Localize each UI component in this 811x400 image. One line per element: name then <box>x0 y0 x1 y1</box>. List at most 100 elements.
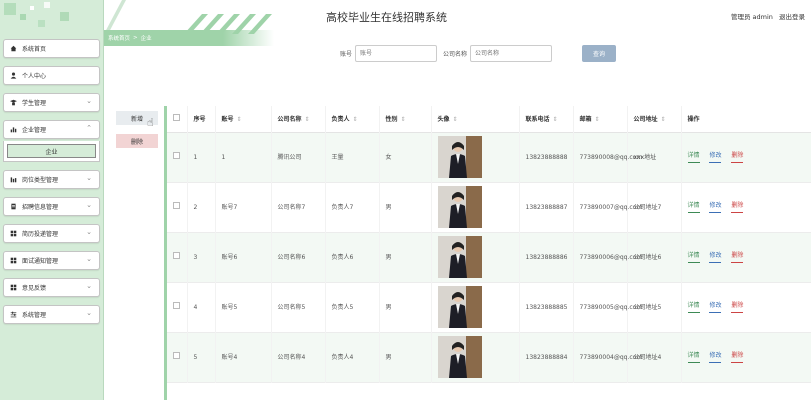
company-label: 公司名称 <box>443 51 468 58</box>
sort-icon[interactable]: ⇕ <box>553 116 558 123</box>
row-company: 公司名称7 <box>271 182 326 232</box>
sidebar: 系统首页 个人中心 学生管理 ⌄ 企业管理 ⌃ 企业 岗位类型管理 ⌄ 招聘信息… <box>0 0 104 400</box>
grid-icon <box>10 230 17 237</box>
row-checkbox[interactable] <box>173 352 180 359</box>
row-account: 账号6 <box>215 232 272 282</box>
row-manager: 负责人4 <box>325 332 380 382</box>
column-header[interactable]: 负责人 ⇕ <box>325 106 380 132</box>
row-index: 2 <box>187 182 216 232</box>
table-row: 2 账号7 公司名称7 负责人7 男 13823888887 773890007… <box>167 182 811 232</box>
row-email: 773890007@qq.com <box>573 182 642 232</box>
sidebar-item-interviews[interactable]: 面试通知管理 ⌄ <box>3 251 100 270</box>
row-avatar-cell <box>431 132 520 182</box>
sort-icon[interactable]: ⇕ <box>353 116 358 123</box>
edit-button[interactable]: 修改 <box>709 251 722 263</box>
row-email: 773890006@qq.com <box>573 232 642 282</box>
breadcrumb-home[interactable]: 系统首页 <box>108 34 130 42</box>
edit-button[interactable]: 修改 <box>709 301 722 313</box>
detail-button[interactable]: 详情 <box>687 301 700 313</box>
company-search-input[interactable] <box>470 45 553 62</box>
site-title: 高校毕业生在线招聘系统 <box>326 11 447 24</box>
delete-button[interactable]: 删除 <box>731 251 744 263</box>
table-row: 1 1 腾讯公司 王量 女 13823888888 773890008@qq.c… <box>167 132 811 182</box>
grid-icon <box>10 257 17 264</box>
row-account: 1 <box>215 132 272 182</box>
row-manager: 负责人7 <box>325 182 380 232</box>
sort-icon[interactable]: ⇕ <box>305 116 310 123</box>
row-checkbox[interactable] <box>173 302 180 309</box>
batch-delete-button[interactable]: 删除 <box>116 134 158 148</box>
home-icon <box>10 45 17 52</box>
row-actions: 详情 修改 删除 <box>681 282 811 332</box>
sidebar-item-companies[interactable]: 企业管理 ⌃ <box>3 120 100 139</box>
row-index: 3 <box>187 232 216 282</box>
sidebar-item-label: 岗位类型管理 <box>22 177 59 184</box>
breadcrumb-separator: > <box>133 35 138 41</box>
admin-label: 管理员 admin <box>730 13 773 21</box>
delete-button[interactable]: 删除 <box>731 201 744 213</box>
table-row: 4 账号5 公司名称5 负责人5 男 13823888885 773890005… <box>167 282 811 332</box>
detail-button[interactable]: 详情 <box>687 251 700 263</box>
sidebar-item-recruitment[interactable]: 招聘信息管理 ⌄ <box>3 197 100 216</box>
delete-button[interactable]: 删除 <box>731 151 744 163</box>
edit-button[interactable]: 修改 <box>709 351 722 363</box>
detail-button[interactable]: 详情 <box>687 351 700 363</box>
sidebar-subitem-company[interactable]: 企业 <box>7 144 96 158</box>
mouse-cursor-icon: ☝ <box>147 116 154 129</box>
sort-icon[interactable]: ⇕ <box>237 116 242 123</box>
row-index: 4 <box>187 282 216 332</box>
column-header[interactable]: 头像 ⇕ <box>431 106 520 132</box>
delete-button[interactable]: 删除 <box>731 301 744 313</box>
row-account: 账号7 <box>215 182 272 232</box>
avatar <box>437 136 482 178</box>
sidebar-item-home[interactable]: 系统首页 <box>3 39 100 58</box>
user-icon <box>10 72 17 79</box>
select-all-checkbox[interactable] <box>173 114 180 122</box>
row-checkbox[interactable] <box>173 252 180 259</box>
row-address: 公司地址6 <box>627 232 682 282</box>
column-header[interactable]: 公司名称 ⇕ <box>271 106 326 132</box>
sidebar-item-job-types[interactable]: 岗位类型管理 ⌄ <box>3 170 100 189</box>
chevron-down-icon: ⌄ <box>86 309 92 317</box>
sidebar-item-students[interactable]: 学生管理 ⌄ <box>3 93 100 112</box>
row-address: xxx地址 <box>627 132 682 182</box>
breadcrumb-current: 企业 <box>140 36 152 42</box>
sidebar-item-label: 系统首页 <box>22 46 47 53</box>
row-gender: 男 <box>379 182 432 232</box>
account-search-input[interactable] <box>355 45 438 62</box>
sort-icon[interactable]: ⇕ <box>453 116 458 123</box>
row-checkbox[interactable] <box>173 202 180 209</box>
edit-button[interactable]: 修改 <box>709 151 722 163</box>
detail-button[interactable]: 详情 <box>687 151 700 163</box>
row-email: 773890004@qq.com <box>573 332 642 382</box>
search-button[interactable]: 查询 <box>582 45 617 62</box>
sidebar-item-feedback[interactable]: 意见反馈 ⌄ <box>3 278 100 297</box>
avatar <box>437 336 482 378</box>
sidebar-item-system[interactable]: 系统管理 ⌄ <box>3 305 100 324</box>
column-header[interactable]: 性别 ⇕ <box>379 106 432 132</box>
row-phone: 13823888888 <box>519 132 574 182</box>
row-gender: 男 <box>379 332 432 382</box>
logout-link[interactable]: 退出登录 <box>779 13 805 21</box>
edit-button[interactable]: 修改 <box>709 201 722 213</box>
row-email: 773890008@qq.com <box>573 132 642 182</box>
column-header[interactable]: 公司地址 ⇕ <box>627 106 682 132</box>
row-actions: 详情 修改 删除 <box>681 132 811 182</box>
detail-button[interactable]: 详情 <box>687 201 700 213</box>
sidebar-item-resumes[interactable]: 简历投递管理 ⌄ <box>3 224 100 243</box>
sort-icon[interactable]: ⇕ <box>661 116 666 123</box>
row-actions: 详情 修改 删除 <box>681 332 811 382</box>
column-header[interactable]: 联系电话 ⇕ <box>519 106 574 132</box>
delete-button[interactable]: 删除 <box>731 351 744 363</box>
sidebar-menu: 系统首页 个人中心 学生管理 ⌄ 企业管理 ⌃ 企业 岗位类型管理 ⌄ 招聘信息… <box>0 39 103 324</box>
sort-icon[interactable]: ⇕ <box>401 116 406 123</box>
row-gender: 男 <box>379 232 432 282</box>
column-header[interactable]: 邮箱 ⇕ <box>573 106 628 132</box>
row-checkbox[interactable] <box>173 152 180 159</box>
sidebar-submenu: 企业 <box>3 141 100 162</box>
table-header-row: 序号 账号 ⇕ 公司名称 ⇕ 负责人 ⇕ 性别 ⇕ 头像 ⇕ 联系电话 ⇕ 邮箱 ⇕ 公司地址… <box>167 106 811 132</box>
sidebar-item-profile[interactable]: 个人中心 <box>3 66 100 85</box>
sort-icon[interactable]: ⇕ <box>595 116 600 123</box>
avatar <box>437 236 482 278</box>
column-header[interactable]: 账号 ⇕ <box>215 106 272 132</box>
